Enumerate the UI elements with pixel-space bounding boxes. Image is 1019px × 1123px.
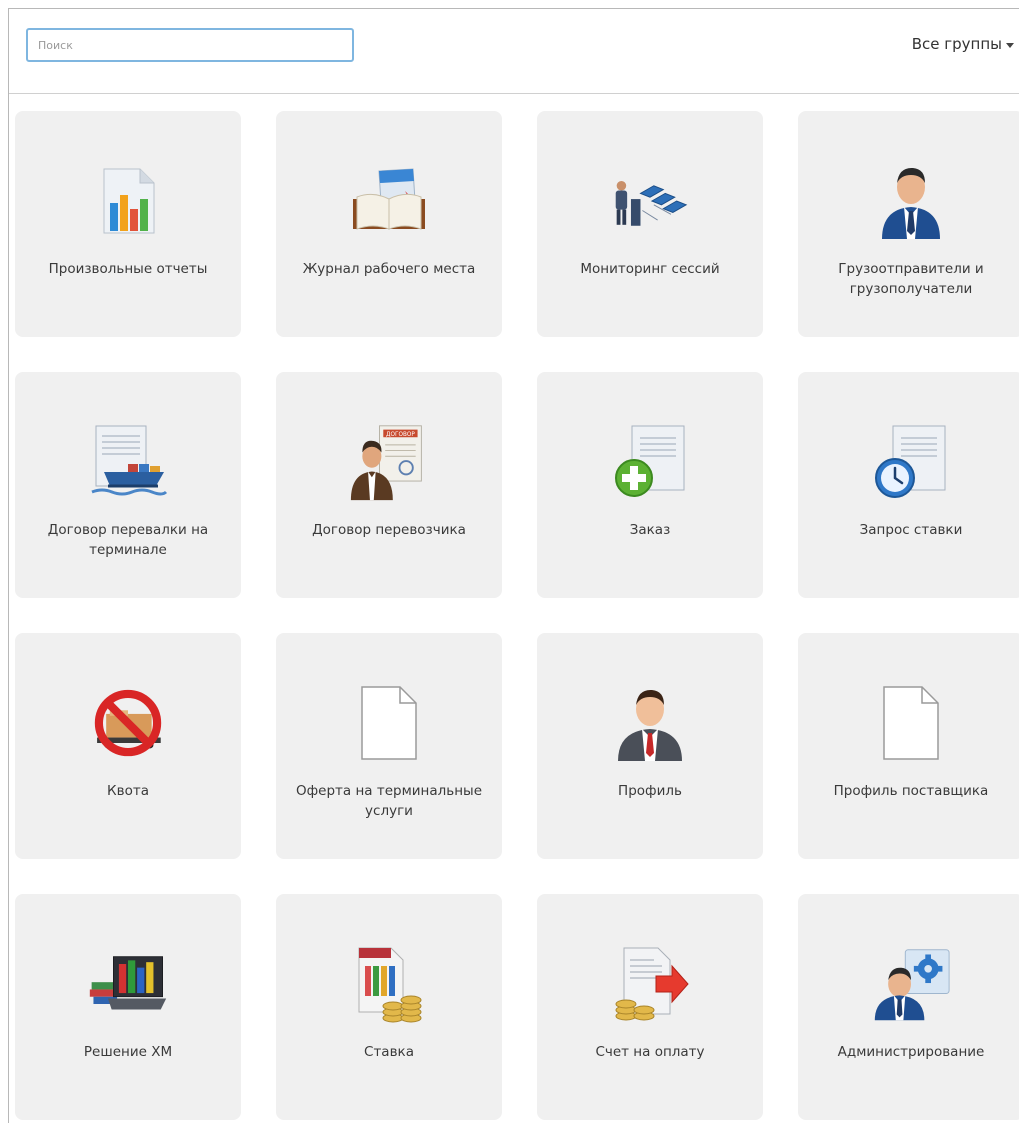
- invoice-coins-icon: [610, 944, 690, 1024]
- app-tile-label: Договор перевозчика: [312, 522, 466, 538]
- report-chart-icon: [88, 161, 168, 241]
- blank-document-icon: [871, 683, 951, 763]
- app-tile-label: Грузоотправители и грузополучатели: [838, 261, 984, 297]
- app-tile-label: Запрос ставки: [859, 522, 963, 538]
- svg-text:ДОГОВОР: ДОГОВОР: [386, 432, 415, 438]
- chevron-down-icon: [1006, 42, 1014, 48]
- app-window: Все группы Произвольные отчеты Журнал ра…: [8, 8, 1019, 1123]
- carrier-contract-icon: ДОГОВОР: [349, 422, 429, 502]
- app-tile[interactable]: Договор перевалки на терминале: [15, 372, 241, 598]
- app-tile-label: Профиль поставщика: [833, 783, 989, 799]
- decision-laptop-chart-icon: [88, 944, 168, 1024]
- app-tile-label: Произвольные отчеты: [48, 261, 208, 277]
- app-tile[interactable]: Ставка: [276, 894, 502, 1120]
- app-tile[interactable]: Счет на оплату: [537, 894, 763, 1120]
- app-tile-label: Квота: [107, 783, 149, 799]
- toolbar: Все группы: [9, 9, 1019, 94]
- app-tile[interactable]: Квота: [15, 633, 241, 859]
- app-tile-label: Мониторинг сессий: [580, 261, 720, 277]
- order-add-icon: [610, 422, 690, 502]
- session-monitor-icon: [610, 161, 690, 241]
- app-tile-label: Оферта на терминальные услуги: [295, 783, 483, 819]
- app-tile[interactable]: Профиль поставщика: [798, 633, 1019, 859]
- quota-prohibited-icon: [88, 683, 168, 763]
- app-tile[interactable]: Профиль: [537, 633, 763, 859]
- app-tile[interactable]: ДОГОВОР Договор перевозчика: [276, 372, 502, 598]
- app-tile-label: Профиль: [618, 783, 682, 799]
- search-input[interactable]: [26, 28, 354, 62]
- app-tile-label: Журнал рабочего места: [302, 261, 476, 277]
- app-tile-label: Решение ХМ: [83, 1044, 173, 1060]
- app-tile[interactable]: Администрирование: [798, 894, 1019, 1120]
- app-tile[interactable]: Грузоотправители и грузополучатели: [798, 111, 1019, 337]
- journal-book-icon: [349, 161, 429, 241]
- groups-dropdown[interactable]: Все группы: [912, 35, 1014, 53]
- app-tile[interactable]: Журнал рабочего места: [276, 111, 502, 337]
- profile-person-icon: [610, 683, 690, 763]
- app-tile-label: Заказ: [629, 522, 671, 538]
- rate-request-clock-icon: [871, 422, 951, 502]
- app-tile[interactable]: Мониторинг сессий: [537, 111, 763, 337]
- app-tile[interactable]: Запрос ставки: [798, 372, 1019, 598]
- app-tile[interactable]: Произвольные отчеты: [15, 111, 241, 337]
- blank-document-icon: [349, 683, 429, 763]
- app-tile[interactable]: Заказ: [537, 372, 763, 598]
- app-tile[interactable]: Решение ХМ: [15, 894, 241, 1120]
- app-tile-label: Договор перевалки на терминале: [47, 522, 209, 558]
- app-tile-label: Ставка: [364, 1044, 414, 1060]
- shipper-person-icon: [871, 161, 951, 241]
- app-tile[interactable]: Оферта на терминальные услуги: [276, 633, 502, 859]
- rate-coins-icon: [349, 944, 429, 1024]
- groups-dropdown-label: Все группы: [911, 35, 1002, 53]
- app-tile-label: Счет на оплату: [595, 1044, 705, 1060]
- admin-gear-person-icon: [871, 944, 951, 1024]
- app-tile-label: Администрирование: [837, 1044, 985, 1060]
- terminal-contract-ship-icon: [88, 422, 168, 502]
